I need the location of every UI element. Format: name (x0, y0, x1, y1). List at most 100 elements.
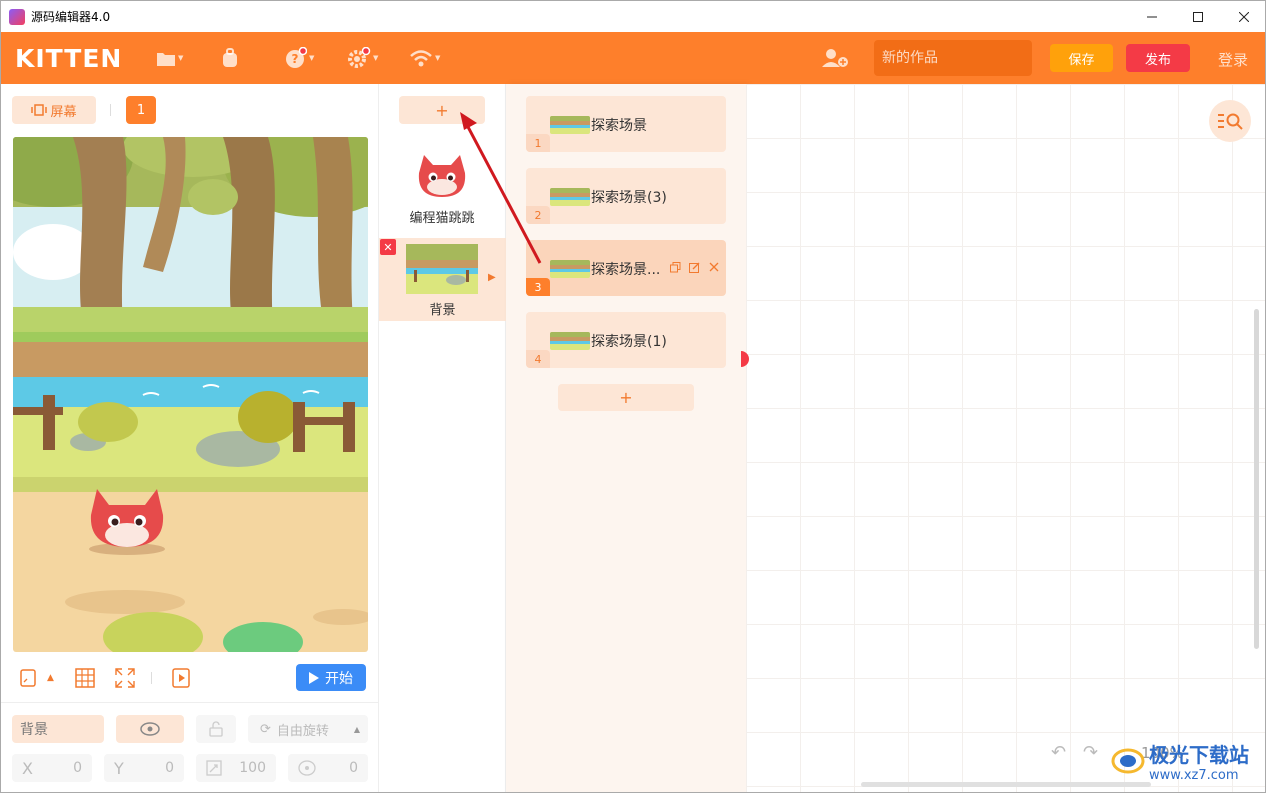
close-button[interactable] (1221, 1, 1265, 32)
window-title: 源码编辑器4.0 (31, 10, 111, 24)
code-workspace[interactable]: ↶ ↷ 100% 极光下载站 www.xz7.com (746, 84, 1265, 792)
video-play-icon (172, 668, 190, 688)
chevron-right-icon[interactable]: ▶ (488, 272, 496, 283)
watermark: 极光下载站 www.xz7.com (1111, 739, 1249, 783)
vertical-scrollbar[interactable] (1254, 309, 1259, 649)
grid-toggle[interactable] (75, 667, 95, 689)
connection-menu[interactable]: ▼ (409, 46, 440, 70)
chevron-down-icon: ▼ (373, 54, 379, 62)
copy-icon (670, 262, 681, 273)
scene-number: 1 (526, 134, 550, 152)
settings-menu[interactable]: ▼ (347, 46, 378, 70)
folder-icon (157, 52, 175, 66)
screen-tab[interactable]: 1 (126, 96, 156, 124)
add-user-icon (822, 49, 848, 67)
redo-icon: ↷ (1083, 742, 1099, 763)
screen-button-label: 屏幕 (50, 104, 77, 120)
file-menu[interactable]: ▼ (156, 46, 183, 70)
scene-name: 探索场景(1) (591, 334, 667, 350)
horizontal-scrollbar[interactable] (861, 782, 1151, 787)
scene-item[interactable]: 探索场景(1) 4 (526, 312, 726, 368)
direction-field[interactable]: 0 (288, 754, 368, 782)
redo-button[interactable]: ↷ (1083, 742, 1098, 763)
caret-up-icon: ▲ (353, 724, 360, 734)
svg-text:?: ? (292, 52, 299, 66)
edit-icon (689, 262, 700, 273)
help-menu[interactable]: ? ▼ (285, 46, 314, 70)
y-label: Y (114, 758, 124, 778)
rotation-mode-select[interactable]: ⟳ 自由旋转 ▲ (248, 715, 368, 743)
sprite-name-field[interactable]: 背景 (12, 715, 104, 743)
preview-button[interactable] (171, 667, 191, 689)
chevron-down-icon: ▼ (178, 54, 184, 62)
cat-sprite-thumbnail (418, 155, 466, 197)
divider (151, 667, 152, 689)
lock-toggle[interactable] (196, 715, 236, 743)
scene-item-selected[interactable]: 探索场景... 3 (526, 240, 726, 296)
start-button-label: 开始 (325, 670, 353, 687)
search-icon (1218, 113, 1243, 130)
scene-item[interactable]: 探索场景 1 (526, 96, 726, 152)
copy-scene-button[interactable] (670, 262, 681, 276)
screen-button[interactable]: 屏幕 (12, 96, 96, 124)
y-value: 0 (165, 760, 174, 776)
visibility-toggle[interactable] (116, 715, 184, 743)
stage-canvas[interactable] (13, 137, 368, 652)
start-button[interactable]: 开始 (296, 664, 366, 691)
close-icon (709, 262, 719, 272)
lock-icon (209, 721, 223, 737)
add-sprite-button[interactable]: + (399, 96, 485, 124)
block-search-button[interactable] (1209, 100, 1251, 142)
delete-scene-button[interactable] (709, 262, 719, 275)
screen-icon (31, 104, 48, 116)
background-thumbnail (406, 244, 478, 294)
caret-up-icon: ▲ (47, 673, 54, 683)
grid-icon (75, 668, 95, 688)
rename-scene-button[interactable] (689, 262, 700, 276)
sprite-item-selected[interactable]: ✕ 背景 ▶ (379, 238, 506, 321)
app-window: 源码编辑器4.0 KITTEN ▼ ? ▼ ▼ ▼ 新的作品 保存 发布 登录 … (0, 0, 1266, 793)
gear-icon (348, 47, 371, 68)
scene-item[interactable]: 探索场景(3) 2 (526, 168, 726, 224)
maximize-button[interactable] (1175, 1, 1221, 32)
sprite-label: 背景 (429, 303, 456, 318)
backpack-button[interactable] (220, 46, 240, 70)
add-scene-button[interactable]: + (558, 384, 694, 411)
minimize-icon (1147, 16, 1157, 17)
size-field[interactable]: 100 (196, 754, 276, 782)
publish-button[interactable]: 发布 (1126, 44, 1190, 72)
delete-sprite-button[interactable]: ✕ (380, 239, 396, 255)
scene-thumbnail (550, 332, 590, 350)
divider (110, 104, 111, 116)
chevron-down-icon: ▼ (435, 54, 441, 62)
app-icon (9, 8, 25, 25)
project-name-input[interactable] (874, 40, 1032, 76)
scene-name: 探索场景... (591, 262, 661, 278)
scene-list-panel: 探索场景 1 探索场景(3) 2 探索场景... 3 探索场景(1) 4 + (506, 84, 746, 792)
save-button[interactable]: 保存 (1050, 44, 1113, 72)
undo-button[interactable]: ↶ (1051, 742, 1066, 763)
divider (1, 702, 379, 703)
chevron-down-icon: ▼ (309, 54, 315, 62)
y-position-field[interactable]: Y 0 (104, 754, 184, 782)
help-icon: ? (286, 47, 307, 68)
fullscreen-icon (115, 668, 135, 688)
scene-thumbnail (550, 188, 590, 206)
watermark-logo (1111, 748, 1145, 774)
direction-value: 0 (349, 760, 358, 776)
minimize-button[interactable] (1129, 1, 1175, 32)
x-label: X (22, 758, 33, 778)
scene-number: 3 (526, 278, 550, 296)
stage-size-button[interactable]: ▲ (19, 667, 54, 689)
fullscreen-button[interactable] (115, 667, 135, 689)
rotation-mode-label: 自由旋转 (276, 723, 329, 739)
title-bar: 源码编辑器4.0 (1, 1, 1265, 32)
backpack-icon (223, 48, 237, 67)
sprite-item[interactable]: 编程猫跳跳 (399, 141, 485, 228)
portrait-screen-icon (20, 669, 36, 687)
add-collaborator-button[interactable] (821, 46, 849, 70)
scene-number: 4 (526, 350, 550, 368)
login-link[interactable]: 登录 (1218, 49, 1248, 70)
x-position-field[interactable]: X 0 (12, 754, 92, 782)
sprite-list-panel: + 编程猫跳跳 ✕ 背景 ▶ (379, 84, 506, 792)
